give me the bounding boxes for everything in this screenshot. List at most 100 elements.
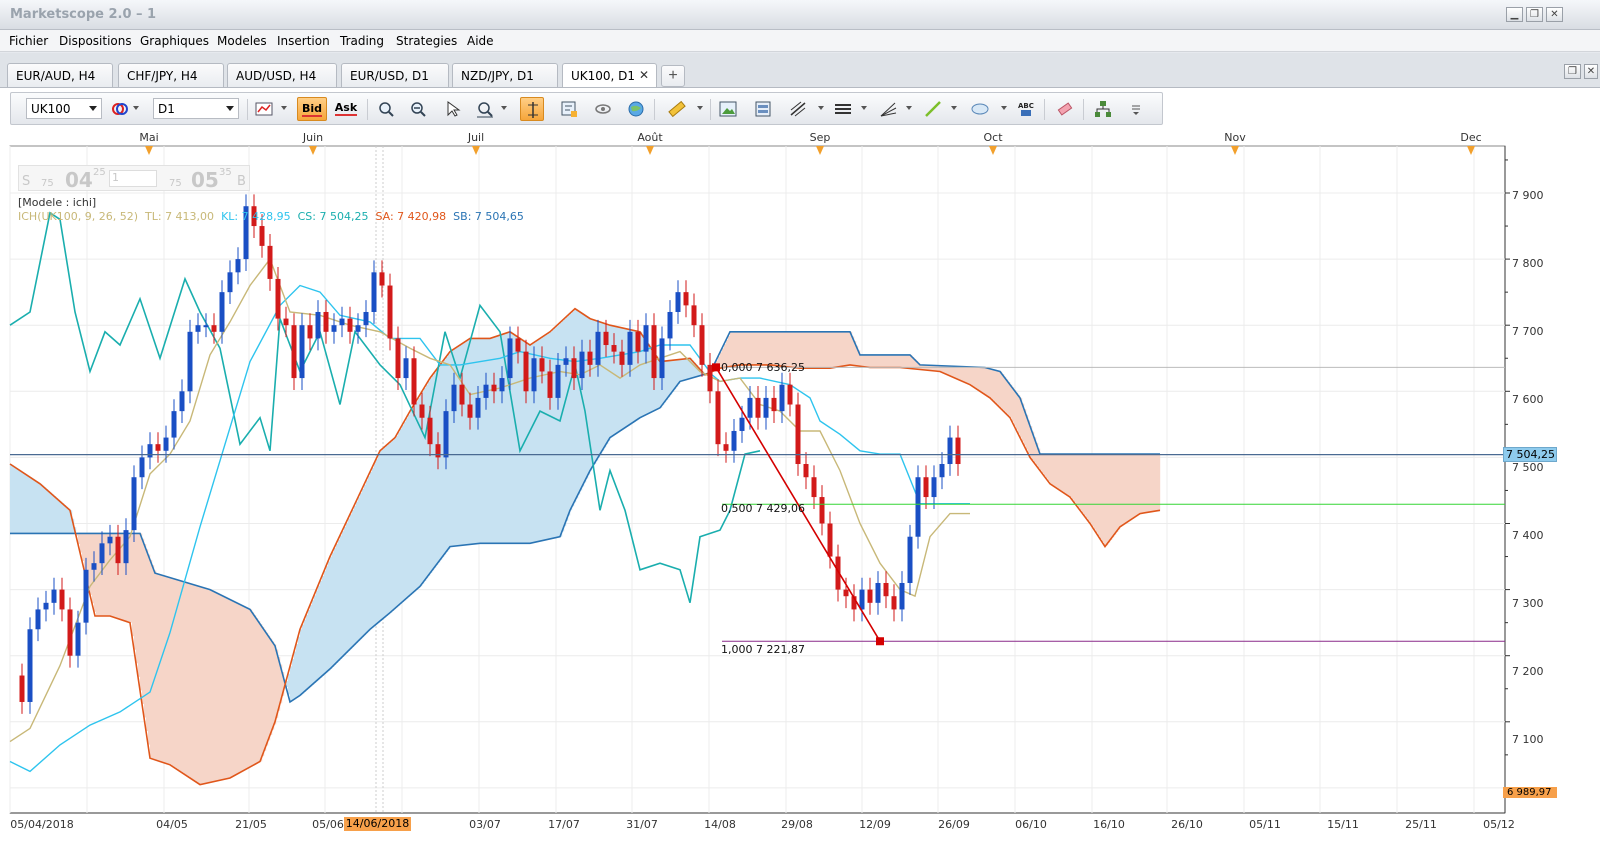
bear-cloud-slice	[978, 367, 981, 390]
bear-cloud-slice	[1064, 454, 1067, 494]
fib-level-0[interactable]: 0,000 7 636,25	[721, 361, 805, 374]
bull-cloud-slice	[426, 384, 429, 579]
bear-candle	[67, 609, 73, 656]
amount-input[interactable]: 1	[109, 170, 157, 187]
bull-candle	[75, 622, 81, 656]
bull-candle	[403, 358, 409, 379]
bear-candle	[467, 404, 473, 418]
fib-level-50[interactable]: 0,500 7 429,06	[721, 502, 805, 515]
bull-cloud-slice	[372, 467, 375, 628]
bear-cloud-slice	[1084, 454, 1087, 516]
bear-cloud-slice	[80, 533, 83, 553]
bear-cloud-slice	[956, 366, 959, 379]
bull-candle	[219, 292, 225, 332]
bear-cloud-slice	[880, 354, 883, 368]
bear-cloud-slice	[240, 604, 243, 773]
bull-cloud-slice	[44, 487, 47, 534]
bull-cloud-slice	[610, 325, 613, 438]
bear-cloud-slice	[960, 366, 963, 381]
bear-cloud-slice	[1052, 454, 1055, 486]
bear-candle	[259, 226, 265, 246]
bull-candle	[355, 325, 361, 332]
bull-cloud-slice	[546, 334, 549, 540]
x-date: 06/10	[1015, 818, 1047, 831]
bull-cloud-slice	[360, 493, 363, 640]
bear-cloud-slice	[220, 594, 223, 781]
bear-candle	[715, 391, 721, 445]
bear-cloud-slice	[1070, 454, 1073, 498]
bear-cloud-slice	[768, 331, 771, 365]
bull-candle	[315, 311, 321, 339]
bull-candle	[451, 384, 457, 412]
bull-cloud-slice	[434, 372, 437, 568]
ichimoku-legend[interactable]: ICH(UK100, 9, 26, 52) TL: 7 413,00 KL: 7…	[18, 210, 524, 223]
bear-cloud-slice	[272, 641, 275, 730]
fib-level-100[interactable]: 1,000 7 221,87	[721, 643, 805, 656]
bear-cloud-slice	[1076, 454, 1079, 505]
bear-candle	[923, 477, 929, 498]
bear-cloud-slice	[806, 331, 809, 369]
bear-cloud-slice	[988, 368, 991, 397]
bear-cloud-slice	[1114, 454, 1117, 535]
bear-cloud-slice	[1060, 454, 1063, 491]
bull-cloud-slice	[648, 343, 651, 414]
bear-cloud-slice	[1132, 454, 1135, 519]
bear-cloud-slice	[186, 582, 189, 776]
bear-cloud-slice	[976, 367, 979, 389]
bull-cloud-slice	[402, 425, 405, 603]
bear-cloud-slice	[174, 578, 177, 768]
ich-sb: SB: 7 504,65	[453, 210, 524, 223]
sell-small: 75	[41, 178, 54, 189]
bear-cloud-slice	[1078, 454, 1081, 508]
price-chart[interactable]	[0, 0, 1600, 860]
bull-cloud-slice	[472, 338, 475, 545]
bear-candle	[803, 464, 809, 478]
bear-cloud-slice	[1134, 454, 1137, 518]
bear-cloud-slice	[882, 354, 885, 368]
bear-cloud-slice	[1152, 454, 1155, 512]
bull-cloud-slice	[568, 315, 571, 516]
bull-cloud-slice	[22, 471, 25, 534]
bear-cloud-slice	[752, 331, 755, 365]
bear-candle	[155, 444, 161, 451]
bear-cloud-slice	[994, 369, 997, 402]
bull-candle	[859, 589, 865, 610]
bull-cloud-slice	[334, 548, 337, 665]
bull-cloud-slice	[304, 619, 307, 692]
bear-cloud-slice	[268, 635, 271, 741]
bear-cloud-slice	[1116, 454, 1119, 533]
bull-cloud-slice	[32, 478, 35, 534]
bear-cloud-slice	[242, 605, 245, 772]
bear-candle	[491, 384, 497, 392]
bear-cloud-slice	[968, 366, 971, 384]
bull-cloud-slice	[474, 338, 477, 544]
bull-candle	[907, 536, 913, 583]
bear-cloud-slice	[908, 354, 911, 369]
bear-cloud-slice	[170, 577, 173, 765]
bear-cloud-slice	[1092, 454, 1095, 527]
y-tick: 7 900	[1512, 189, 1544, 202]
bull-cloud-slice	[66, 506, 69, 534]
bear-cloud-slice	[168, 576, 171, 765]
bull-cloud-slice	[364, 484, 367, 636]
bull-cloud-slice	[342, 531, 345, 658]
bull-cloud-slice	[616, 326, 619, 434]
bear-cloud-slice	[1102, 454, 1105, 543]
bear-cloud-slice	[200, 586, 203, 785]
price-ticker: S 75 04 25 1 75 05 35 B	[18, 165, 250, 192]
bear-cloud-slice	[838, 331, 841, 367]
bear-candle	[115, 536, 121, 564]
bear-cloud-slice	[996, 370, 999, 404]
bull-cloud-slice	[432, 375, 435, 571]
current-price-tag: 7 504,25	[1503, 447, 1557, 462]
bear-cloud-slice	[202, 587, 205, 785]
bull-cloud-slice	[492, 337, 495, 544]
bull-cloud-slice	[310, 605, 313, 687]
bear-cloud-slice	[1136, 454, 1139, 517]
bear-cloud-slice	[138, 533, 141, 677]
bear-cloud-slice	[756, 331, 759, 365]
bear-cloud-slice	[1112, 454, 1115, 538]
x-date: 21/05	[235, 818, 267, 831]
bull-cloud-slice	[682, 359, 685, 381]
bull-cloud-slice	[406, 418, 409, 599]
